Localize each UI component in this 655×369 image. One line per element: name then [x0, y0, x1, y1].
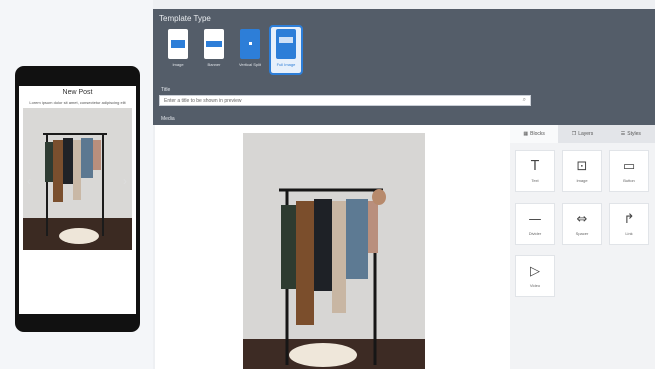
link-icon: ↱ [623, 211, 635, 227]
block-divider[interactable]: — Divider [515, 203, 555, 245]
template-type-list: Image Banner Vertical Split Full Image [163, 25, 303, 77]
carousel-prev-button[interactable]: ‹ [27, 174, 31, 188]
block-label: Button [623, 177, 635, 183]
block-spacer[interactable]: ⇔ Spacer [562, 203, 602, 245]
block-video[interactable]: ▷ Video [515, 255, 555, 297]
block-image[interactable]: ⊡ Image [562, 150, 602, 192]
template-type-label: Image [172, 62, 184, 67]
text-icon: T [531, 158, 539, 174]
search-icon: ⌕ [522, 97, 526, 103]
block-label: Image [576, 177, 588, 183]
button-icon: ▭ [622, 158, 636, 174]
clothing-rack-photo[interactable] [243, 133, 425, 369]
template-type-image[interactable]: Image [163, 27, 193, 73]
tab-blocks[interactable]: ▦ Blocks [510, 125, 559, 143]
phone-screen: New Post Lorem ipsum dolor sit amet, con… [19, 86, 136, 314]
title-input[interactable]: Enter a title to be shown in preview ⌕ [159, 95, 531, 106]
style-icon: ☰ [620, 131, 626, 137]
template-split-icon [240, 29, 260, 59]
blocks-panel: ▦ Blocks ❐ Layers ☰ Styles T Text ⊡ Imag… [510, 125, 655, 369]
template-type-label: Full Image [276, 62, 296, 67]
tab-layers[interactable]: ❐ Layers [558, 125, 606, 143]
preview-pane: New Post Lorem ipsum dolor sit amet, con… [0, 0, 153, 369]
spacer-icon: ⇔ [576, 211, 588, 227]
template-type-label: Vertical Split [238, 62, 261, 67]
panel-tabs: ▦ Blocks ❐ Layers ☰ Styles [510, 125, 655, 143]
template-full-image-icon [276, 29, 296, 59]
tab-styles[interactable]: ☰ Styles [607, 125, 655, 143]
grid-icon: ▦ [523, 131, 529, 137]
template-type-full-image[interactable]: Full Image [269, 25, 303, 75]
carousel-next-button[interactable]: › [123, 174, 127, 188]
preview-image [23, 108, 132, 250]
template-type-vertical-split[interactable]: Vertical Split [235, 27, 265, 73]
video-icon: ▷ [530, 263, 540, 279]
tab-label: Layers [578, 131, 594, 137]
template-type-label: Banner [207, 62, 221, 67]
block-label: Link [625, 230, 633, 236]
preview-title: New Post [62, 89, 93, 96]
block-label: Video [529, 282, 541, 288]
layers-icon: ❐ [571, 131, 577, 137]
tab-label: Blocks [530, 131, 545, 137]
template-banner-icon [204, 29, 224, 59]
block-button[interactable]: ▭ Button [609, 150, 649, 192]
media-label: Media [161, 116, 175, 122]
tab-label: Styles [627, 131, 641, 137]
image-icon: ⊡ [576, 158, 588, 174]
block-label: Spacer [575, 230, 589, 236]
preview-subtitle: Lorem ipsum dolor sit amet, consectetur … [29, 100, 126, 105]
template-header: Template Type Image Banner Vertical Spli… [153, 9, 655, 125]
divider-icon: — [528, 211, 542, 227]
title-placeholder: Enter a title to be shown in preview [164, 98, 242, 104]
block-link[interactable]: ↱ Link [609, 203, 649, 245]
template-type-banner[interactable]: Banner [199, 27, 229, 73]
template-type-heading: Template Type [159, 14, 211, 23]
template-image-icon [168, 29, 188, 59]
phone-frame: New Post Lorem ipsum dolor sit amet, con… [15, 66, 140, 332]
title-label: Title [161, 87, 171, 93]
block-label: Divider [528, 230, 542, 236]
block-label: Text [531, 177, 539, 183]
block-text[interactable]: T Text [515, 150, 555, 192]
